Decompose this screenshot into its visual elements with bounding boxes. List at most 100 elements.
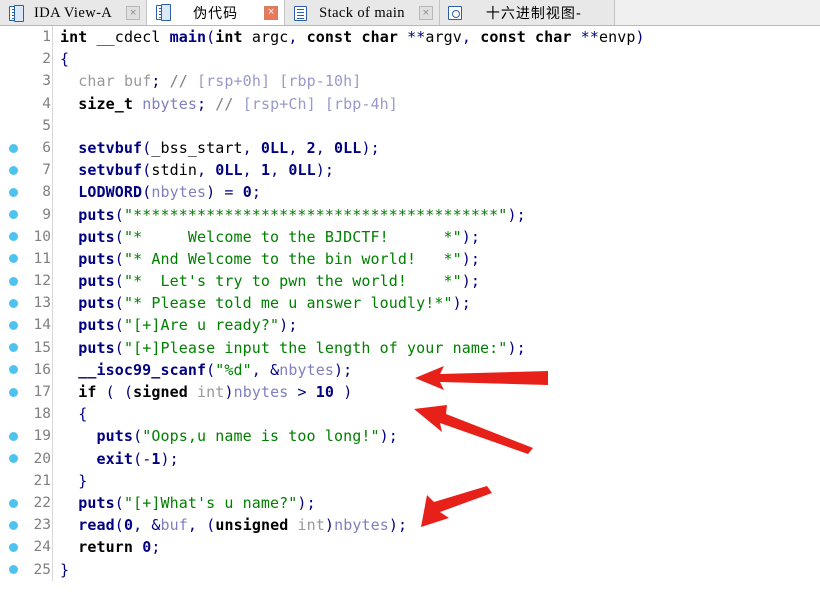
code-line[interactable]: 14 puts("[+]Are u ready?"); (0, 314, 820, 337)
code-line-text[interactable]: puts("* Welcome to the BJDCTF! *"); (56, 226, 820, 248)
breakpoint-gutter[interactable] (0, 48, 26, 70)
code-line[interactable]: 11 puts("* And Welcome to the bin world!… (0, 247, 820, 271)
tab-3[interactable]: 十六进制视图- (439, 0, 615, 25)
breakpoint-gutter[interactable] (0, 204, 26, 226)
breakpoint-gutter[interactable] (0, 492, 26, 514)
code-line-text[interactable]: puts("Oops,u name is too long!"); (56, 425, 820, 447)
code-line-text[interactable]: setvbuf(_bss_start, 0LL, 2, 0LL); (56, 137, 820, 159)
breakpoint-gutter[interactable] (0, 115, 26, 137)
breakpoint-gutter[interactable] (0, 248, 26, 270)
code-line[interactable]: 16 __isoc99_scanf("%d", &nbytes); (0, 358, 820, 381)
code-line-text[interactable]: setvbuf(stdin, 0LL, 1, 0LL); (56, 159, 820, 181)
breakpoint-dot-icon[interactable] (8, 565, 18, 575)
breakpoint-dot-icon[interactable] (8, 210, 18, 220)
breakpoint-gutter[interactable] (0, 70, 26, 92)
breakpoint-gutter[interactable] (0, 448, 26, 470)
code-line[interactable]: 17 if ( (signed int)nbytes > 10 ) (0, 381, 820, 404)
code-line-text[interactable]: char buf; // [rsp+0h] [rbp-10h] (56, 70, 820, 92)
pseudocode-editor[interactable]: 1 int __cdecl main(int argc, const char *… (0, 26, 820, 611)
breakpoint-gutter[interactable] (0, 93, 26, 115)
code-line[interactable]: 13 puts("* Please told me u answer loudl… (0, 292, 820, 315)
breakpoint-gutter[interactable] (0, 470, 26, 492)
code-line[interactable]: 9 puts("********************************… (0, 203, 820, 226)
breakpoint-gutter[interactable] (0, 514, 26, 536)
breakpoint-dot-icon[interactable] (8, 187, 18, 197)
code-line-text[interactable]: puts("* And Welcome to the bin world! *"… (56, 248, 820, 270)
breakpoint-gutter[interactable] (0, 381, 26, 403)
code-line-text[interactable]: { (56, 48, 820, 70)
code-line-text[interactable]: } (56, 470, 820, 492)
code-line[interactable]: 23 read(0, &buf, (unsigned int)nbytes); (0, 514, 820, 537)
breakpoint-dot-icon[interactable] (8, 321, 18, 331)
code-line-text[interactable]: read(0, &buf, (unsigned int)nbytes); (56, 514, 820, 536)
code-line[interactable]: 5 (0, 114, 820, 137)
breakpoint-dot-icon[interactable] (8, 343, 18, 353)
tab-1[interactable]: 伪代码 × (147, 0, 286, 25)
code-line[interactable]: 3 char buf; // [rsp+0h] [rbp-10h] (0, 70, 820, 93)
tab-close-icon[interactable]: × (418, 6, 433, 20)
code-line[interactable]: 24 return 0; (0, 536, 820, 559)
breakpoint-gutter[interactable] (0, 181, 26, 203)
code-line-text[interactable]: __isoc99_scanf("%d", &nbytes); (56, 359, 820, 381)
breakpoint-gutter[interactable] (0, 270, 26, 292)
code-line[interactable]: 19 puts("Oops,u name is too long!"); (0, 425, 820, 448)
breakpoint-dot-icon[interactable] (8, 498, 18, 508)
breakpoint-dot-icon[interactable] (8, 387, 18, 397)
breakpoint-dot-icon[interactable] (8, 232, 18, 242)
code-line[interactable]: 4 size_t nbytes; // [rsp+Ch] [rbp-4h] (0, 92, 820, 115)
breakpoint-dot-icon[interactable] (8, 365, 18, 375)
code-line[interactable]: 6 setvbuf(_bss_start, 0LL, 2, 0LL); (0, 136, 820, 160)
code-line[interactable]: 15 puts("[+]Please input the length of y… (0, 336, 820, 359)
breakpoint-gutter[interactable] (0, 337, 26, 359)
code-line[interactable]: 21 } (0, 469, 820, 492)
code-line-text[interactable]: puts("[+]What's u name?"); (56, 492, 820, 514)
breakpoint-gutter[interactable] (0, 26, 26, 48)
breakpoint-gutter[interactable] (0, 359, 26, 381)
breakpoint-gutter[interactable] (0, 159, 26, 181)
breakpoint-dot-icon[interactable] (8, 276, 18, 286)
code-line-text[interactable]: size_t nbytes; // [rsp+Ch] [rbp-4h] (56, 93, 820, 115)
code-line[interactable]: 18 { (0, 403, 820, 426)
breakpoint-dot-icon[interactable] (8, 143, 18, 153)
code-line-text[interactable]: } (56, 559, 820, 581)
code-line-text[interactable]: int __cdecl main(int argc, const char **… (56, 26, 820, 48)
breakpoint-dot-icon[interactable] (8, 542, 18, 552)
code-line-text[interactable]: LODWORD(nbytes) = 0; (56, 181, 820, 203)
code-line-text[interactable]: puts("[+]Are u ready?"); (56, 314, 820, 336)
breakpoint-gutter[interactable] (0, 292, 26, 314)
code-line-text[interactable]: if ( (signed int)nbytes > 10 ) (56, 381, 820, 403)
code-line-text[interactable]: puts("**********************************… (56, 204, 820, 226)
code-line[interactable]: 12 puts("* Let's try to pwn the world! *… (0, 270, 820, 293)
code-line[interactable]: 22 puts("[+]What's u name?"); (0, 491, 820, 515)
code-line[interactable]: 25} (0, 558, 820, 581)
code-line-text[interactable]: { (56, 403, 820, 425)
code-line[interactable]: 20 exit(-1); (0, 447, 820, 470)
breakpoint-gutter[interactable] (0, 559, 26, 581)
breakpoint-gutter[interactable] (0, 536, 26, 558)
code-line-text[interactable]: exit(-1); (56, 448, 820, 470)
breakpoint-dot-icon[interactable] (8, 298, 18, 308)
breakpoint-gutter[interactable] (0, 403, 26, 425)
tab-close-icon[interactable]: × (126, 6, 141, 20)
breakpoint-gutter[interactable] (0, 314, 26, 336)
breakpoint-dot-icon[interactable] (8, 520, 18, 530)
breakpoint-gutter[interactable] (0, 137, 26, 159)
breakpoint-dot-icon[interactable] (8, 431, 18, 441)
code-line-text[interactable]: return 0; (56, 536, 820, 558)
breakpoint-dot-icon[interactable] (8, 254, 18, 264)
code-line-text[interactable]: puts("[+]Please input the length of your… (56, 337, 820, 359)
code-line[interactable]: 7 setvbuf(stdin, 0LL, 1, 0LL); (0, 159, 820, 182)
tab-0[interactable]: IDA View-A × (0, 0, 148, 25)
breakpoint-dot-icon[interactable] (8, 454, 18, 464)
code-line[interactable]: 1 int __cdecl main(int argc, const char *… (0, 26, 820, 49)
code-line[interactable]: 8 LODWORD(nbytes) = 0; (0, 181, 820, 204)
breakpoint-gutter[interactable] (0, 425, 26, 447)
breakpoint-dot-icon[interactable] (8, 165, 18, 175)
code-line-text[interactable]: puts("* Please told me u answer loudly!*… (56, 292, 820, 314)
tab-2[interactable]: Stack of main × (285, 0, 440, 25)
code-line[interactable]: 2{ (0, 48, 820, 71)
code-line-text[interactable]: puts("* Let's try to pwn the world! *"); (56, 270, 820, 292)
tab-close-icon[interactable]: × (264, 5, 279, 20)
code-line[interactable]: 10 puts("* Welcome to the BJDCTF! *"); (0, 225, 820, 248)
breakpoint-gutter[interactable] (0, 226, 26, 248)
